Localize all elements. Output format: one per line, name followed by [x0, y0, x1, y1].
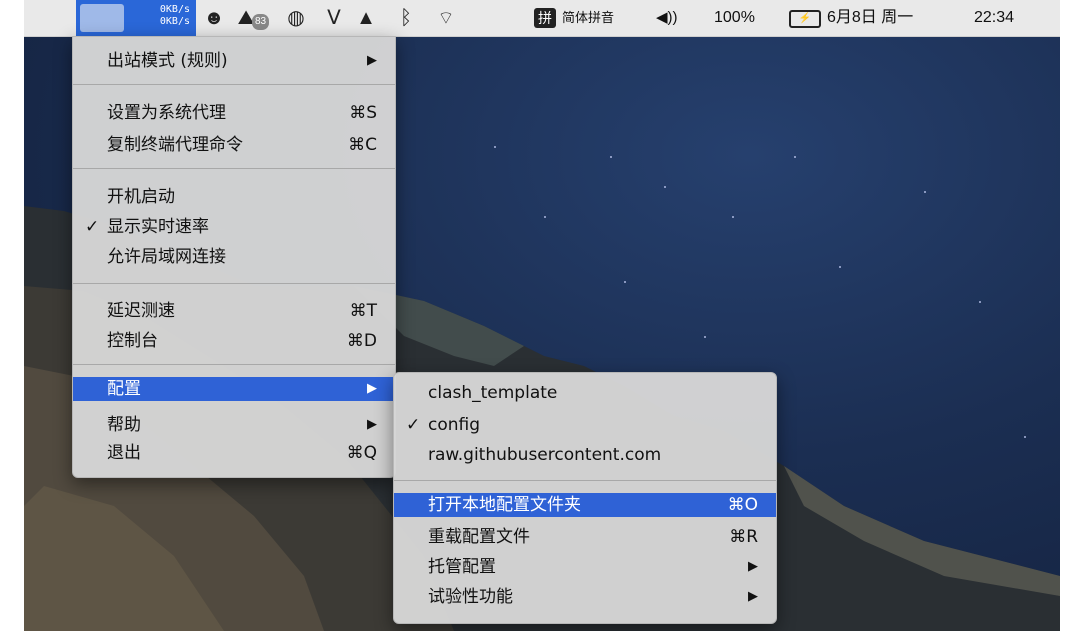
menu-item-config[interactable]: 配置 ▶ — [73, 377, 395, 401]
bluetooth-icon[interactable]: ᛒ — [394, 6, 418, 30]
config-item-managed-config[interactable]: 托管配置 ▶ — [394, 555, 776, 579]
clash-app-icon — [80, 4, 124, 32]
submenu-arrow-icon: ▶ — [367, 381, 377, 396]
menu-item-label: config — [428, 415, 481, 435]
menu-shortcut: ⌘D — [346, 331, 377, 351]
menu-item-help[interactable]: 帮助 ▶ — [73, 413, 395, 437]
menu-item-label: 开机启动 — [107, 187, 175, 207]
submenu-arrow-icon: ▶ — [748, 559, 758, 574]
menu-shortcut: ⌘R — [729, 527, 758, 547]
battery-charging-icon[interactable]: ⚡ — [789, 10, 821, 28]
menu-item-label: 帮助 — [107, 415, 141, 435]
menu-bar: 0KB/s 0KB/s ☻ ⛰ 83 ◍ Ⅴ ▲ ᛒ ⌔ 拼 简体拼音 ◀)) … — [24, 0, 1060, 37]
config-item-config[interactable]: ✓ config — [394, 413, 776, 437]
menu-item-quit[interactable]: 退出 ⌘Q — [73, 441, 395, 465]
menu-item-set-system-proxy[interactable]: 设置为系统代理 ⌘S — [73, 101, 395, 125]
config-item-githubusercontent[interactable]: raw.githubusercontent.com — [394, 443, 776, 467]
checkmark-icon: ✓ — [406, 415, 421, 435]
menu-item-label: 允许局域网连接 — [107, 247, 226, 267]
menu-separator — [394, 480, 776, 481]
download-speed: 0KB/s — [159, 16, 190, 27]
bell-icon[interactable]: ▲ — [354, 6, 378, 30]
menubar-time[interactable]: 22:34 — [974, 0, 1014, 36]
battery-percent[interactable]: 100% — [714, 0, 755, 36]
vector-v-icon[interactable]: Ⅴ — [322, 6, 346, 30]
config-item-open-local-folder[interactable]: 打开本地配置文件夹 ⌘O — [394, 493, 776, 517]
submenu-arrow-icon: ▶ — [367, 53, 377, 68]
menu-item-launch-at-login[interactable]: 开机启动 — [73, 185, 395, 209]
menu-item-label: 复制终端代理命令 — [107, 135, 243, 155]
cat-face-icon[interactable]: ☻ — [202, 6, 226, 30]
menu-separator — [73, 168, 395, 169]
menu-item-label: raw.githubusercontent.com — [428, 445, 662, 465]
config-item-experimental[interactable]: 试验性功能 ▶ — [394, 585, 776, 609]
menu-shortcut: ⌘O — [727, 495, 758, 515]
submenu-arrow-icon: ▶ — [367, 417, 377, 432]
clash-dropdown-menu: 出站模式 (规则) ▶ 设置为系统代理 ⌘S 复制终端代理命令 ⌘C 开机启动 … — [72, 36, 396, 478]
input-method-label[interactable]: 简体拼音 — [562, 0, 614, 36]
config-item-clash-template[interactable]: clash_template — [394, 381, 776, 405]
menu-separator — [73, 84, 395, 85]
menu-shortcut: ⌘S — [349, 103, 377, 123]
menu-item-label: 试验性功能 — [428, 587, 513, 607]
menu-item-label: 配置 — [107, 379, 141, 399]
menu-item-label: 出站模式 (规则) — [107, 51, 228, 71]
menu-item-label: 设置为系统代理 — [107, 103, 226, 123]
menu-item-dashboard[interactable]: 控制台 ⌘D — [73, 329, 395, 353]
menu-item-show-speed[interactable]: ✓ 显示实时速率 — [73, 215, 395, 239]
menu-item-label: clash_template — [428, 383, 558, 403]
volume-icon[interactable]: ◀)) — [656, 0, 678, 36]
menu-item-label: 打开本地配置文件夹 — [428, 495, 581, 515]
menu-shortcut: ⌘C — [348, 135, 377, 155]
menu-item-allow-lan[interactable]: 允许局域网连接 — [73, 245, 395, 269]
menu-item-label: 托管配置 — [428, 557, 496, 577]
menu-item-outbound-mode[interactable]: 出站模式 (规则) ▶ — [73, 49, 395, 73]
checkmark-icon: ✓ — [85, 217, 100, 237]
submenu-arrow-icon: ▶ — [748, 589, 758, 604]
config-item-reload[interactable]: 重载配置文件 ⌘R — [394, 525, 776, 549]
menu-shortcut: ⌘T — [349, 301, 377, 321]
upload-speed: 0KB/s — [159, 4, 190, 15]
wifi-icon[interactable]: ⌔ — [434, 6, 458, 30]
menu-shortcut: ⌘Q — [346, 443, 377, 463]
clash-status-item[interactable]: 0KB/s 0KB/s — [76, 0, 196, 36]
menu-item-label: 退出 — [107, 443, 141, 463]
input-method-icon[interactable]: 拼 — [534, 8, 556, 28]
menu-separator — [73, 283, 395, 284]
menu-item-label: 显示实时速率 — [107, 217, 209, 237]
menubar-date[interactable]: 6月8日 周一 — [827, 0, 913, 36]
menu-item-label: 延迟测速 — [107, 301, 175, 321]
menu-separator — [73, 364, 395, 365]
menu-item-label: 重载配置文件 — [428, 527, 530, 547]
menu-item-label: 控制台 — [107, 331, 158, 351]
wechat-icon[interactable]: ◍ — [284, 6, 308, 30]
network-speed-readout: 0KB/s 0KB/s — [130, 4, 190, 28]
config-submenu: clash_template ✓ config raw.githubuserco… — [393, 372, 777, 624]
cleaner-badge: 83 — [252, 14, 270, 30]
menu-item-copy-terminal-command[interactable]: 复制终端代理命令 ⌘C — [73, 133, 395, 157]
menu-item-latency-test[interactable]: 延迟测速 ⌘T — [73, 299, 395, 323]
